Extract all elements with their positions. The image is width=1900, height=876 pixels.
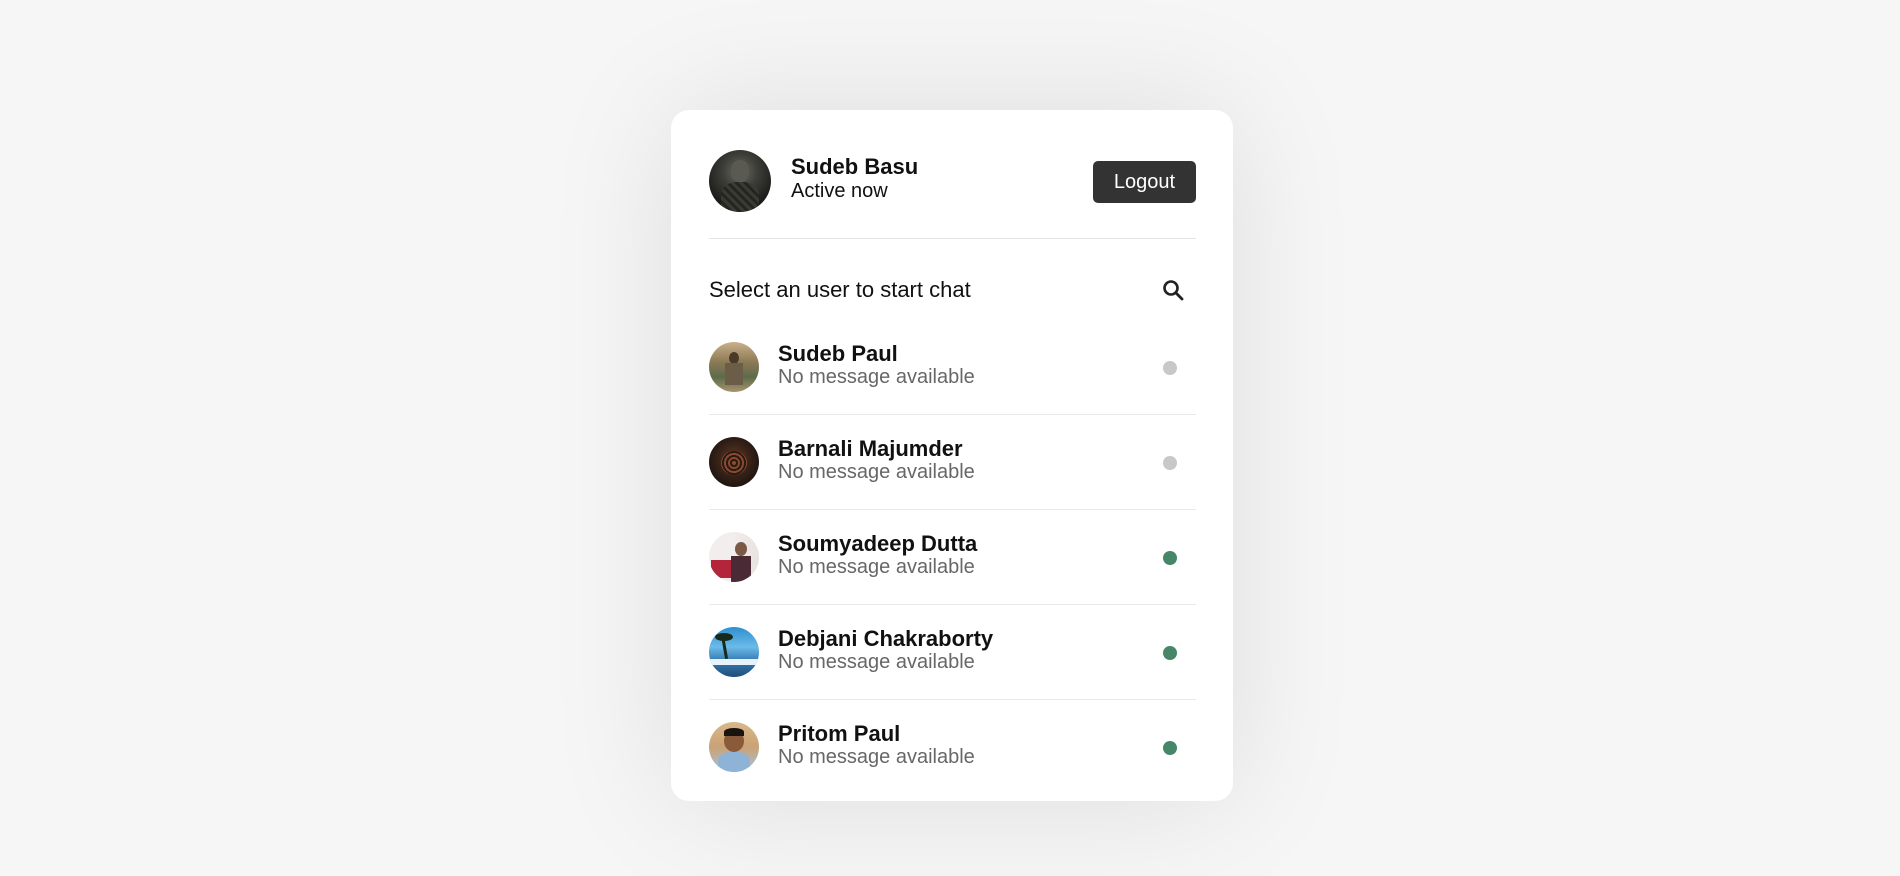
user-name: Sudeb Paul (778, 341, 898, 366)
user-item[interactable]: Barnali Majumder No message available (709, 415, 1196, 510)
status-dot (1163, 551, 1177, 565)
current-user-avatar (709, 150, 771, 212)
user-avatar (709, 722, 759, 772)
search-bar: Select an user to start chat (709, 260, 1196, 320)
user-name: Debjani Chakraborty (778, 626, 994, 651)
user-last-message: No message available (778, 461, 975, 483)
status-dot (1163, 456, 1177, 470)
status-dot (1163, 646, 1177, 660)
user-name: Pritom Paul (778, 721, 901, 746)
user-avatar (709, 437, 759, 487)
user-last-message: No message available (778, 556, 975, 578)
user-avatar (709, 532, 759, 582)
user-list: Sudeb Paul No message available Barnali … (709, 320, 1196, 795)
search-prompt: Select an user to start chat (709, 277, 971, 302)
user-item[interactable]: Pritom Paul No message available (709, 700, 1196, 795)
search-icon (1163, 280, 1184, 301)
user-last-message: No message available (778, 366, 975, 388)
user-name: Barnali Majumder (778, 436, 963, 461)
status-dot (1163, 361, 1177, 375)
user-item[interactable]: Debjani Chakraborty No message available (709, 605, 1196, 700)
user-avatar (709, 627, 759, 677)
status-dot (1163, 741, 1177, 755)
user-avatar (709, 342, 759, 392)
user-item[interactable]: Sudeb Paul No message available (709, 320, 1196, 415)
user-last-message: No message available (778, 746, 975, 768)
search-button[interactable] (1156, 273, 1190, 307)
user-name: Soumyadeep Dutta (778, 531, 978, 556)
user-item[interactable]: Soumyadeep Dutta No message available (709, 510, 1196, 605)
logout-button[interactable]: Logout (1093, 161, 1196, 203)
current-user-name: Sudeb Basu (791, 154, 919, 179)
profile-header: Sudeb Basu Active now Logout (709, 140, 1196, 239)
user-last-message: No message available (778, 651, 975, 673)
current-user-status: Active now (791, 180, 888, 202)
chat-users-panel: Sudeb Basu Active now Logout Select an u… (671, 110, 1233, 801)
